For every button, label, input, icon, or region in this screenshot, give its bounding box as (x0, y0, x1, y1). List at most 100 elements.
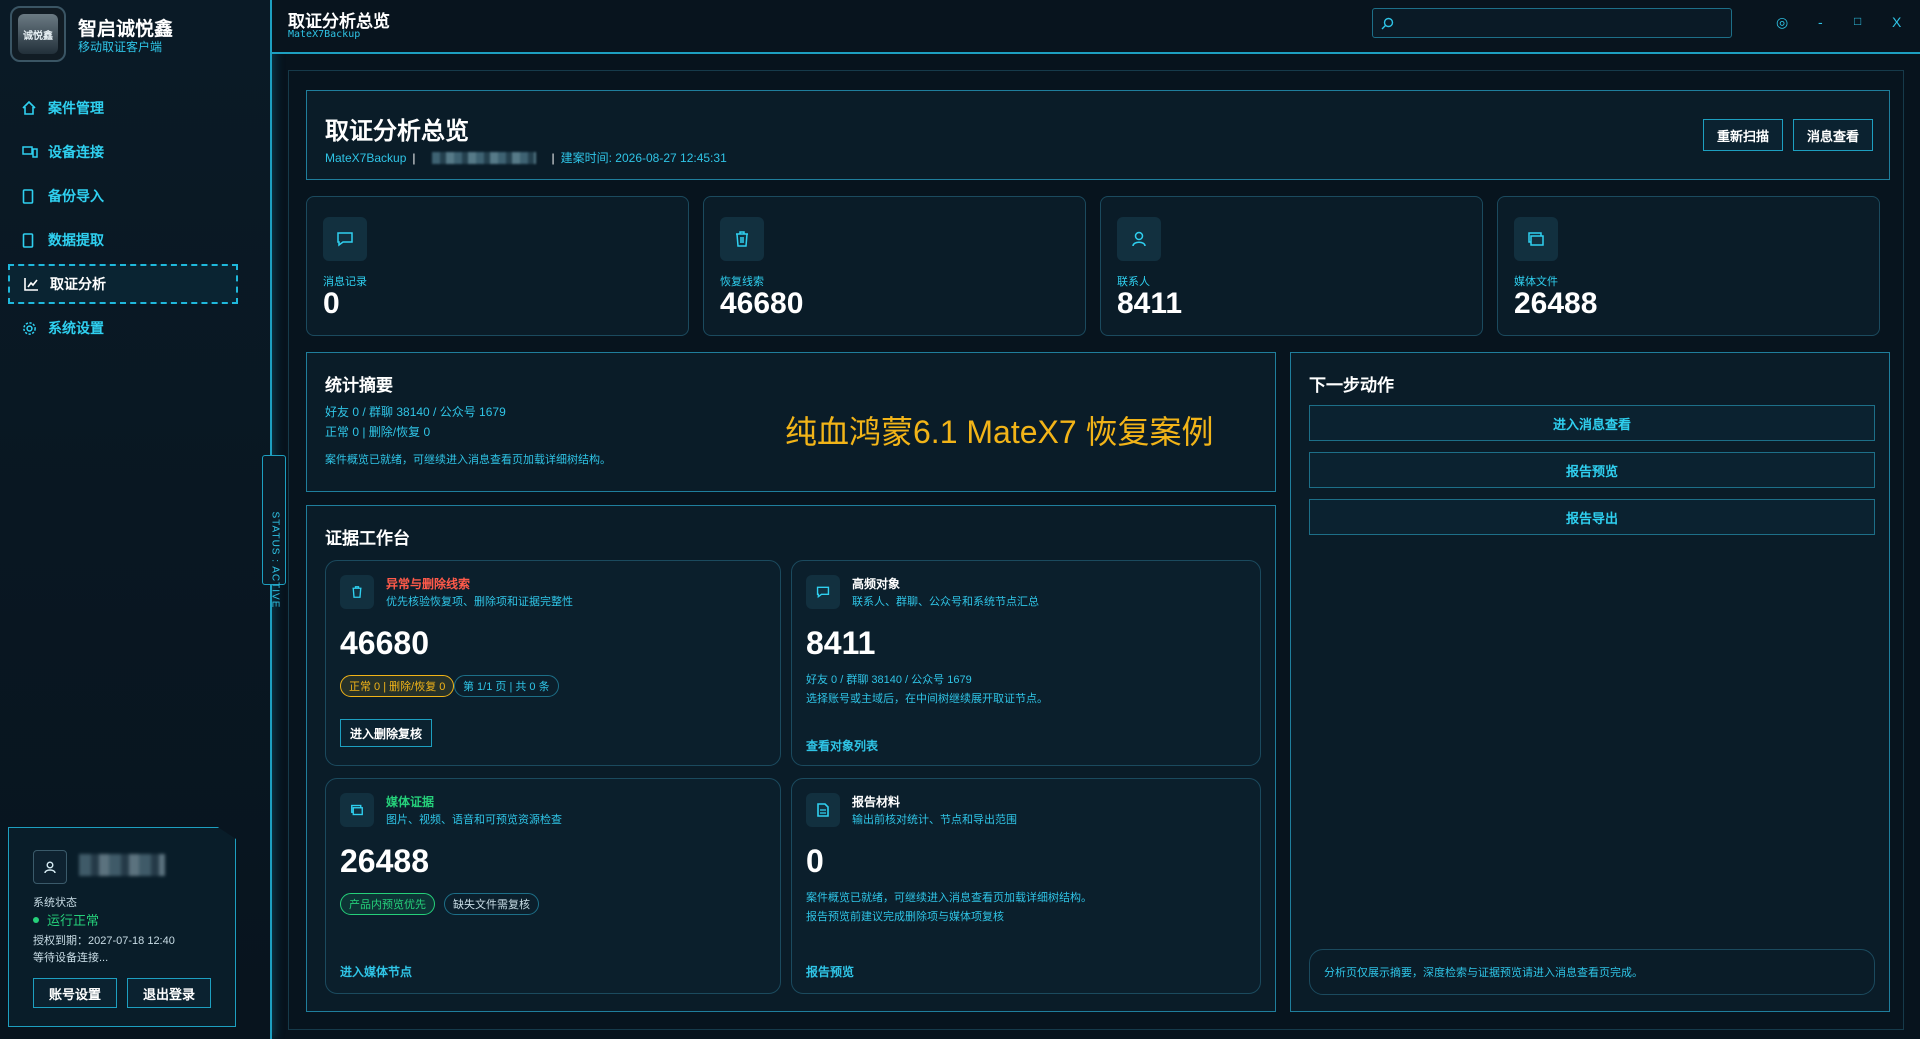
sidebar-item-forensic-analysis[interactable]: 取证分析 (8, 264, 238, 304)
avatar[interactable] (33, 850, 67, 884)
workbench-title: 证据工作台 (325, 529, 410, 548)
status-text: 运行正常 (47, 913, 100, 928)
sidebar-item-case-management[interactable]: 案件管理 (8, 88, 238, 128)
summary-line: 正常 0 | 删除/恢复 0 (325, 425, 431, 439)
card-line: 案件概览已就绪，可继续进入消息查看页加载详细树结构。 (806, 892, 1092, 904)
workbench-card-frequent: 高频对象 联系人、群聊、公众号和系统节点汇总 8411 好友 0 / 群聊 38… (791, 560, 1261, 766)
card-title: 报告材料 (852, 795, 901, 809)
logout-button[interactable]: 退出登录 (127, 978, 211, 1008)
case-meta: MateX7Backup | | 建案时间: 2026-08-27 12:45:… (325, 150, 727, 166)
summary-line: 好友 0 / 群聊 38140 / 公众号 1679 (325, 405, 506, 419)
trash-icon (340, 575, 374, 609)
page-badge: 第 1/1 页 | 共 0 条 (454, 675, 559, 697)
card-title: 媒体证据 (386, 795, 435, 809)
enter-media-node-link[interactable]: 进入媒体节点 (340, 963, 412, 980)
card-desc: 输出前核对统计、节点和导出范围 (852, 814, 1017, 826)
card-title: 高频对象 (852, 577, 901, 591)
watermark-caption: 纯血鸿蒙6.1 MateX7 恢复案例 (785, 414, 1214, 450)
enter-message-view-button[interactable]: 进入消息查看 (1309, 405, 1875, 441)
media-icon (340, 793, 374, 827)
card-line: 报告预览前建议完成删除项与媒体项复核 (806, 911, 1004, 923)
summary-title: 统计摘要 (325, 376, 393, 395)
card-value: 8411 (806, 625, 876, 661)
stat-value: 0 (323, 287, 340, 320)
missing-file-badge: 缺失文件需复核 (444, 893, 539, 915)
gear-icon (22, 320, 38, 336)
evidence-workbench: 证据工作台 异常与删除线索 优先核验恢复项、删除项和证据完整性 46680 正常… (306, 505, 1276, 1012)
stat-card-contacts: 联系人 8411 (1100, 196, 1483, 336)
summary-note: 案件概览已就绪，可继续进入消息查看页加载详细树结构。 (325, 454, 611, 466)
message-icon (323, 217, 367, 261)
enter-deleted-review-button[interactable]: 进入删除复核 (340, 719, 432, 747)
chart-icon (24, 276, 40, 292)
sidebar-item-backup-import[interactable]: 备份导入 (8, 176, 238, 216)
home-icon (22, 100, 38, 116)
status-tab-label: STATUS : ACTIVE (269, 511, 281, 609)
report-preview-link[interactable]: 报告预览 (806, 963, 854, 980)
media-icon (1514, 217, 1558, 261)
workbench-card-deleted: 异常与删除线索 优先核验恢复项、删除项和证据完整性 46680 正常 0 | 删… (325, 560, 781, 766)
stat-value: 8411 (1117, 287, 1183, 320)
sidebar-item-label: 设备连接 (48, 144, 104, 160)
theme-button[interactable]: ◎ (1776, 14, 1788, 31)
maximize-button[interactable]: □ (1854, 14, 1861, 28)
next-actions-footer: 分析页仅展示摘要，深度检索与证据预览请进入消息查看页完成。 (1309, 949, 1875, 995)
stat-card-messages: 消息记录 0 (306, 196, 689, 336)
search-icon (1381, 17, 1394, 29)
app-logo: 诚悦鑫 (10, 6, 66, 62)
user-card: 系统状态 运行正常 授权到期：2027-07-18 12:40 等待设备连接..… (8, 827, 236, 1027)
search-input[interactable] (1402, 15, 1722, 31)
user-icon (44, 861, 56, 874)
case-id-redacted (431, 151, 536, 164)
card-value: 46680 (340, 625, 429, 661)
sidebar-item-settings[interactable]: 系统设置 (8, 308, 238, 348)
message-icon (806, 575, 840, 609)
case-created-time: 建案时间: 2026-08-27 12:45:31 (560, 151, 727, 165)
sidebar-item-label: 数据提取 (48, 232, 104, 248)
search-box[interactable] (1372, 8, 1732, 38)
rescan-button[interactable]: 重新扫描 (1703, 119, 1783, 151)
view-messages-button[interactable]: 消息查看 (1793, 119, 1873, 151)
next-actions-title: 下一步动作 (1309, 376, 1394, 395)
summary-panel: 统计摘要 好友 0 / 群聊 38140 / 公众号 1679 正常 0 | 删… (306, 352, 1276, 492)
sidebar-item-label: 系统设置 (48, 320, 104, 336)
report-export-button[interactable]: 报告导出 (1309, 499, 1875, 535)
case-name: MateX7Backup (325, 150, 407, 165)
sidebar-item-label: 备份导入 (48, 188, 104, 204)
next-actions-panel: 下一步动作 进入消息查看 报告预览 报告导出 分析页仅展示摘要，深度检索与证据预… (1290, 352, 1890, 1012)
report-preview-button[interactable]: 报告预览 (1309, 452, 1875, 488)
app-title: 智启诚悦鑫 (78, 19, 174, 40)
view-object-list-link[interactable]: 查看对象列表 (806, 737, 878, 754)
license-expire: 授权到期：2027-07-18 12:40 (33, 935, 175, 947)
system-status-label: 系统状态 (33, 897, 77, 909)
logo-text: 诚悦鑫 (18, 14, 58, 54)
system-status-value: 运行正常 (33, 910, 99, 929)
sidebar-item-data-extract[interactable]: 数据提取 (8, 220, 238, 260)
status-tab: STATUS : ACTIVE (262, 455, 286, 609)
workbench-card-media: 媒体证据 图片、视频、语音和可预览资源检查 26488 产品内预览优先 缺失文件… (325, 778, 781, 994)
stat-card-recovered: 恢复线索 46680 (703, 196, 1086, 336)
sidebar-item-device-connect[interactable]: 设备连接 (8, 132, 238, 172)
device-icon (22, 144, 38, 160)
card-desc: 优先核验恢复项、删除项和证据完整性 (386, 596, 573, 608)
preview-badge: 产品内预览优先 (340, 893, 435, 915)
minimize-button[interactable]: - (1818, 14, 1823, 30)
sidebar-item-label: 案件管理 (48, 100, 104, 116)
sidebar-nav: 案件管理 设备连接 备份导入 数据提取 取证分析 系统设置 (8, 88, 238, 352)
document-icon (806, 793, 840, 827)
card-title: 异常与删除线索 (386, 577, 471, 591)
phone-icon (22, 232, 38, 248)
account-settings-button[interactable]: 账号设置 (33, 978, 117, 1008)
device-waiting-text: 等待设备连接... (33, 952, 109, 964)
card-desc: 联系人、群聊、公众号和系统节点汇总 (852, 596, 1039, 608)
sidebar: 诚悦鑫 智启诚悦鑫 移动取证客户端 案件管理 设备连接 备份导入 数据提取 取证… (0, 0, 272, 1039)
card-line: 选择账号或主域后，在中间树继续展开取证节点。 (806, 693, 1048, 705)
username-redacted (79, 854, 165, 876)
status-dot-icon (33, 916, 39, 923)
user-icon (1117, 217, 1161, 261)
trash-icon (720, 217, 764, 261)
close-button[interactable]: X (1892, 14, 1901, 30)
workbench-card-report: 报告材料 输出前核对统计、节点和导出范围 0 案件概览已就绪，可继续进入消息查看… (791, 778, 1261, 994)
app-subtitle: 移动取证客户端 (78, 40, 163, 54)
stat-value: 46680 (720, 287, 804, 320)
